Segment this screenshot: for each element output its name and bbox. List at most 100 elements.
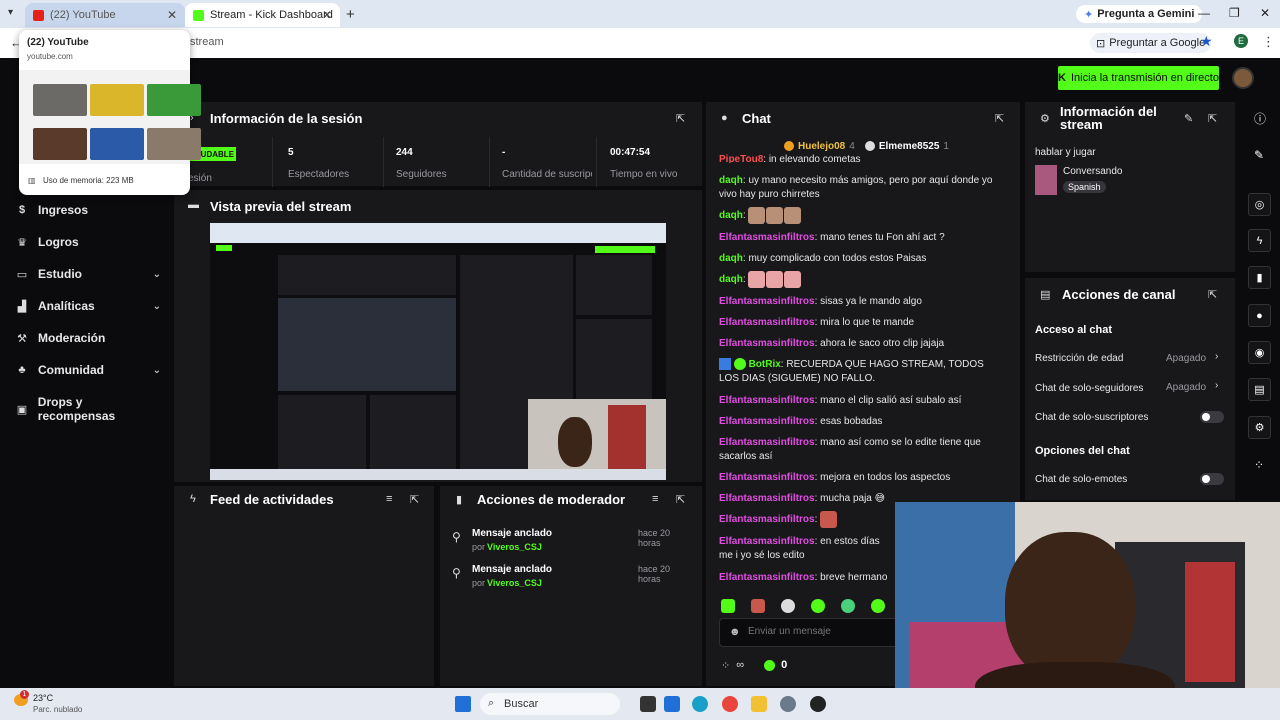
chat-username[interactable]: Elfantasmasinfiltros	[719, 472, 815, 483]
ask-google-button[interactable]: ⊡ Preguntar a Google	[1090, 33, 1212, 53]
chat-username[interactable]: Elfantasmasinfiltros	[719, 232, 815, 243]
settings-icon[interactable]	[780, 696, 796, 712]
sidebar-item-moderacion[interactable]: ⚒ Moderación	[16, 331, 161, 345]
rail-button[interactable]: ◉	[1248, 341, 1271, 364]
rail-button[interactable]: ▤	[1248, 378, 1271, 401]
chat-username[interactable]: daqh	[719, 210, 743, 221]
chat-username[interactable]: PipeTou8	[719, 154, 763, 163]
minimize-icon[interactable]: —	[1198, 6, 1210, 20]
tab-youtube[interactable]: (22) YouTube ✕	[25, 3, 185, 27]
rail-button[interactable]: ϟ	[1248, 229, 1271, 252]
chat-message: Elfantasmasinfiltros: mano el clip salió…	[719, 395, 962, 406]
tab-search-icon[interactable]: ▾	[8, 7, 13, 18]
chat-username[interactable]: Elfantasmasinfiltros	[719, 493, 815, 504]
popout-icon[interactable]: ⇱	[1208, 112, 1217, 125]
taskbar-search[interactable]: ⌕ Buscar	[480, 693, 620, 715]
tab-kick-dashboard[interactable]: Stream - Kick Dashboard ✕	[185, 3, 340, 27]
file-explorer-icon[interactable]	[751, 696, 767, 712]
chat-username[interactable]: Elfantasmasinfiltros	[719, 296, 815, 307]
chevron-right-icon[interactable]: ›	[1215, 380, 1218, 391]
mod-action-user[interactable]: Viveros_CSJ	[487, 542, 542, 552]
windows-start-icon[interactable]	[455, 696, 471, 712]
url-text[interactable]: stream	[190, 36, 224, 48]
store-icon[interactable]	[664, 696, 680, 712]
chat-username[interactable]: Elfantasmasinfiltros	[719, 395, 815, 406]
edit-icon[interactable]: ✎	[1184, 112, 1193, 125]
preview-mini-panel	[370, 395, 456, 469]
rail-button[interactable]: ▮	[1248, 266, 1271, 289]
chat-username[interactable]: Elfantasmasinfiltros	[719, 514, 815, 525]
popout-icon[interactable]: ⇱	[676, 493, 685, 506]
chat-username[interactable]: BotRix	[749, 359, 781, 370]
chat-username[interactable]: Elfantasmasinfiltros	[719, 416, 815, 427]
restore-icon[interactable]: ❐	[1229, 6, 1240, 20]
pencil-icon[interactable]: ✎	[1254, 148, 1264, 162]
emote-button[interactable]	[841, 599, 855, 613]
channel-actions-title: Acciones de canal	[1062, 287, 1176, 302]
emote-button[interactable]	[871, 599, 885, 613]
setting-value[interactable]: Apagado	[1166, 382, 1206, 393]
emote-button[interactable]	[751, 599, 765, 613]
pinned-user-name[interactable]: Huelejo08	[798, 141, 845, 152]
emoji-icon[interactable]: ☻	[729, 626, 741, 638]
popout-icon[interactable]: ⇱	[995, 112, 1004, 125]
weather-desc[interactable]: Parc. nublado	[33, 705, 82, 714]
sidebar-item-analiticas[interactable]: ▟ Analíticas ⌄	[16, 299, 161, 313]
bookmark-star-icon[interactable]: ★	[1200, 33, 1213, 50]
edge-icon[interactable]	[692, 696, 708, 712]
mod-action-user[interactable]: Viveros_CSJ	[487, 578, 542, 588]
user-avatar[interactable]	[1232, 67, 1254, 89]
chat-username[interactable]: Elfantasmasinfiltros	[719, 437, 815, 448]
sidebar-item-drops[interactable]: ▣ Drops y recompensas	[16, 395, 161, 423]
obs-icon[interactable]	[810, 696, 826, 712]
popout-icon[interactable]: ⇱	[1208, 288, 1217, 301]
community-icon[interactable]: ⁘	[1254, 458, 1264, 472]
community-icon: ⁘	[721, 659, 731, 672]
chat-username[interactable]: daqh	[719, 274, 743, 285]
chat-username[interactable]: Elfantasmasinfiltros	[719, 317, 815, 328]
pinned-user-name[interactable]: Elmeme8525	[879, 141, 940, 152]
setting-value[interactable]: Apagado	[1166, 353, 1206, 364]
live-time-value: 00:47:54	[610, 147, 651, 158]
window-close-icon[interactable]: ✕	[1260, 6, 1270, 20]
sidebar-item-logros[interactable]: ♛ Logros	[16, 235, 161, 249]
subscribers-only-toggle[interactable]	[1200, 411, 1224, 423]
close-icon[interactable]: ✕	[322, 8, 332, 22]
divider	[596, 137, 597, 187]
task-view-icon[interactable]	[640, 696, 656, 712]
popout-icon[interactable]: ⇱	[410, 493, 419, 506]
emote-button[interactable]	[721, 599, 735, 613]
gemini-button[interactable]: ✦ Pregunta a Gemini	[1076, 5, 1203, 23]
preview-webcam	[528, 399, 666, 480]
emote-button[interactable]	[811, 599, 825, 613]
chat-username[interactable]: Elfantasmasinfiltros	[719, 536, 815, 547]
chat-text: mejora en todos los aspectos	[820, 472, 951, 483]
rail-button[interactable]: ●	[1248, 304, 1271, 327]
rail-button[interactable]: ⚙	[1248, 416, 1271, 439]
chat-username[interactable]: daqh	[719, 253, 743, 264]
chat-username[interactable]: Elfantasmasinfiltros	[719, 572, 815, 583]
emotes-only-toggle[interactable]	[1200, 473, 1224, 485]
chrome-icon[interactable]	[722, 696, 738, 712]
emote-button[interactable]	[781, 599, 795, 613]
chat-username[interactable]: daqh	[719, 175, 743, 186]
profile-avatar[interactable]: E	[1234, 34, 1248, 48]
sidebar-item-comunidad[interactable]: ♣ Comunidad ⌄	[16, 363, 161, 377]
go-live-button[interactable]: K Inicia la transmisión en directo	[1058, 66, 1219, 90]
weather-temp[interactable]: 23°C	[33, 693, 53, 703]
menu-icon[interactable]: ⋮	[1262, 34, 1275, 50]
stream-preview-video[interactable]	[210, 223, 666, 480]
info-icon[interactable]: ⓘ	[1254, 110, 1266, 127]
chat-input-box[interactable]: ☻	[719, 618, 899, 647]
chat-input[interactable]	[748, 626, 888, 637]
rail-button[interactable]: ◎	[1248, 193, 1271, 216]
popout-icon[interactable]: ⇱	[676, 112, 685, 125]
sidebar-item-ingresos[interactable]: $ Ingresos	[16, 203, 161, 217]
chat-username[interactable]: Elfantasmasinfiltros	[719, 338, 815, 349]
filter-icon[interactable]: ≡	[386, 493, 392, 505]
filter-icon[interactable]: ≡	[652, 493, 658, 505]
new-tab-icon[interactable]: +	[346, 6, 355, 23]
chevron-right-icon[interactable]: ›	[1215, 351, 1218, 362]
close-icon[interactable]: ✕	[167, 8, 177, 22]
sidebar-item-estudio[interactable]: ▭ Estudio ⌄	[16, 267, 161, 281]
